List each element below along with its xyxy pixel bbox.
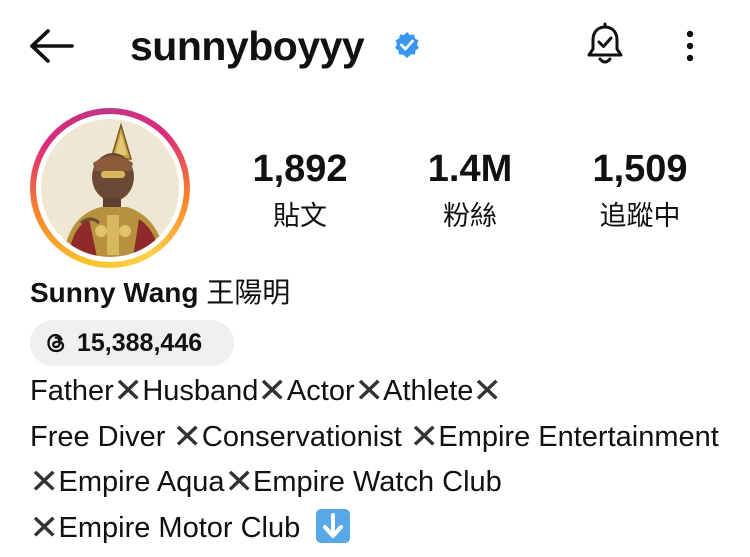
down-arrow-emoji <box>316 508 351 543</box>
cross-mark-emoji: ✕ <box>113 372 144 410</box>
stat-followers[interactable]: 1.4M 粉絲 <box>400 146 540 234</box>
back-arrow-icon[interactable] <box>28 28 76 64</box>
bio-text-empire-watch-club: Empire Watch Club <box>253 466 502 498</box>
bio-text-athlete: Athlete <box>383 375 474 407</box>
bio-text-empire-entertainment: Empire Entertainment <box>438 420 719 453</box>
bio-text-free-diver: Free Diver <box>30 420 174 453</box>
cross-mark-emoji: ✕ <box>472 372 503 410</box>
verified-badge-icon <box>395 32 419 58</box>
bio-line-4: ✕Empire Motor Club <box>29 506 730 552</box>
top-navigation-bar: sunnyboyyy <box>0 0 750 92</box>
bio-text-empire-motor-club: Empire Motor Club <box>58 511 309 544</box>
followers-label: 粉絲 <box>443 201 497 231</box>
posts-label: 貼文 <box>273 201 327 231</box>
bio-text-father: Father <box>30 375 114 407</box>
notification-bell-icon[interactable] <box>584 22 626 68</box>
profile-full-name: Sunny Wang 王陽明 <box>30 276 290 310</box>
cross-mark-emoji: ✕ <box>409 417 440 456</box>
bio-line-2: Free Diver ✕Conservationist ✕Empire Ente… <box>30 415 730 461</box>
bio-line-3: ✕Empire Aqua✕Empire Watch Club <box>29 460 730 506</box>
bio-text-husband: Husband <box>142 375 259 407</box>
cross-mark-emoji: ✕ <box>29 508 60 547</box>
profile-username: sunnyboyyy <box>130 23 365 69</box>
profile-bio: Father✕Husband✕Actor✕Athlete✕ Free Diver… <box>29 369 730 552</box>
cross-mark-emoji: ✕ <box>353 372 384 410</box>
bio-text-conservationist: Conservationist <box>201 420 410 453</box>
following-label: 追蹤中 <box>599 201 681 231</box>
bio-text-empire-aqua: Empire Aqua <box>58 466 225 498</box>
full-name-chinese: 王陽明 <box>206 277 291 308</box>
cross-mark-emoji: ✕ <box>172 417 203 456</box>
avatar-image <box>41 119 179 257</box>
cross-mark-emoji: ✕ <box>223 463 254 501</box>
threads-badge[interactable]: 15,388,446 <box>30 320 234 366</box>
avatar-illustration <box>41 119 179 257</box>
down-arrow-icon <box>323 512 344 538</box>
cross-mark-emoji: ✕ <box>257 372 288 410</box>
bio-text-actor: Actor <box>286 375 355 407</box>
stat-following[interactable]: 1,509 追蹤中 <box>570 146 710 234</box>
following-count: 1,509 <box>592 148 688 190</box>
cross-mark-emoji: ✕ <box>29 463 60 501</box>
posts-count: 1,892 <box>252 148 348 190</box>
bio-line-1: Father✕Husband✕Actor✕Athlete✕ <box>30 369 730 415</box>
full-name-latin: Sunny Wang <box>30 277 199 308</box>
more-options-icon[interactable] <box>678 28 702 64</box>
threads-count: 15,388,446 <box>77 329 203 357</box>
followers-count: 1.4M <box>427 148 513 190</box>
stat-posts[interactable]: 1,892 貼文 <box>230 146 370 234</box>
threads-icon <box>47 333 65 353</box>
avatar-frame <box>36 114 184 262</box>
profile-avatar[interactable] <box>30 108 190 268</box>
